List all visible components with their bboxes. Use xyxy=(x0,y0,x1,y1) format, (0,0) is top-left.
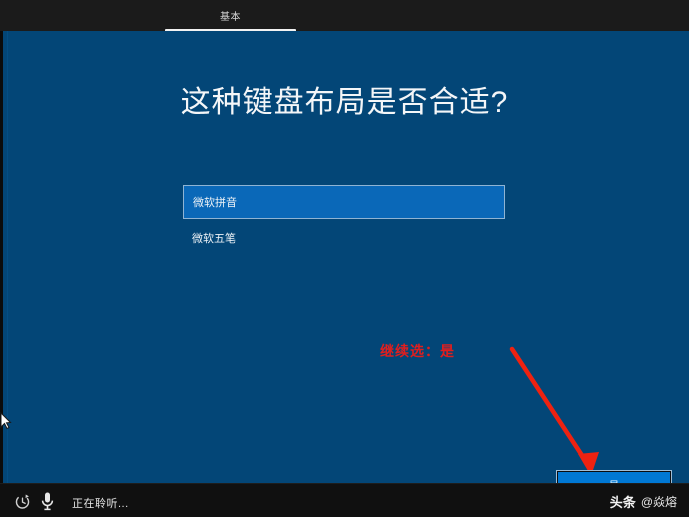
taskbar: 正在聆听... 头条 @焱熔 xyxy=(0,483,689,517)
watermark-brand: 头条 xyxy=(609,495,636,510)
tab-basic[interactable]: 基本 xyxy=(165,0,296,31)
list-item-keyboard-layout-selected[interactable]: 微软拼音 xyxy=(183,185,505,219)
screenshot-root: 基本 这种键盘布局是否合适? 微软拼音 微软五笔 继续选：是 是 xyxy=(0,0,689,517)
watermark-handle: @焱熔 xyxy=(640,495,677,509)
list-item-label: 微软拼音 xyxy=(193,197,237,209)
list-item-keyboard-layout[interactable]: 微软五笔 xyxy=(183,222,505,254)
microphone-icon[interactable] xyxy=(40,491,55,511)
list-item-label: 微软五笔 xyxy=(192,233,236,245)
oobe-page: 这种键盘布局是否合适? 微软拼音 微软五笔 继续选：是 是 xyxy=(0,31,689,499)
window-top-strip: 基本 xyxy=(0,0,689,32)
page-title: 这种键盘布局是否合适? xyxy=(180,86,509,119)
clock-arrow-icon[interactable] xyxy=(14,493,31,510)
watermark: 头条 @焱熔 xyxy=(610,492,677,511)
mouse-cursor-icon xyxy=(0,412,12,430)
tab-basic-label: 基本 xyxy=(220,12,241,23)
narrator-status-text: 正在聆听... xyxy=(72,498,129,510)
annotation-arrow-icon xyxy=(509,346,599,476)
keyboard-layout-list: 微软拼音 微软五笔 xyxy=(183,185,505,254)
annotation-text: 继续选：是 xyxy=(380,343,455,359)
